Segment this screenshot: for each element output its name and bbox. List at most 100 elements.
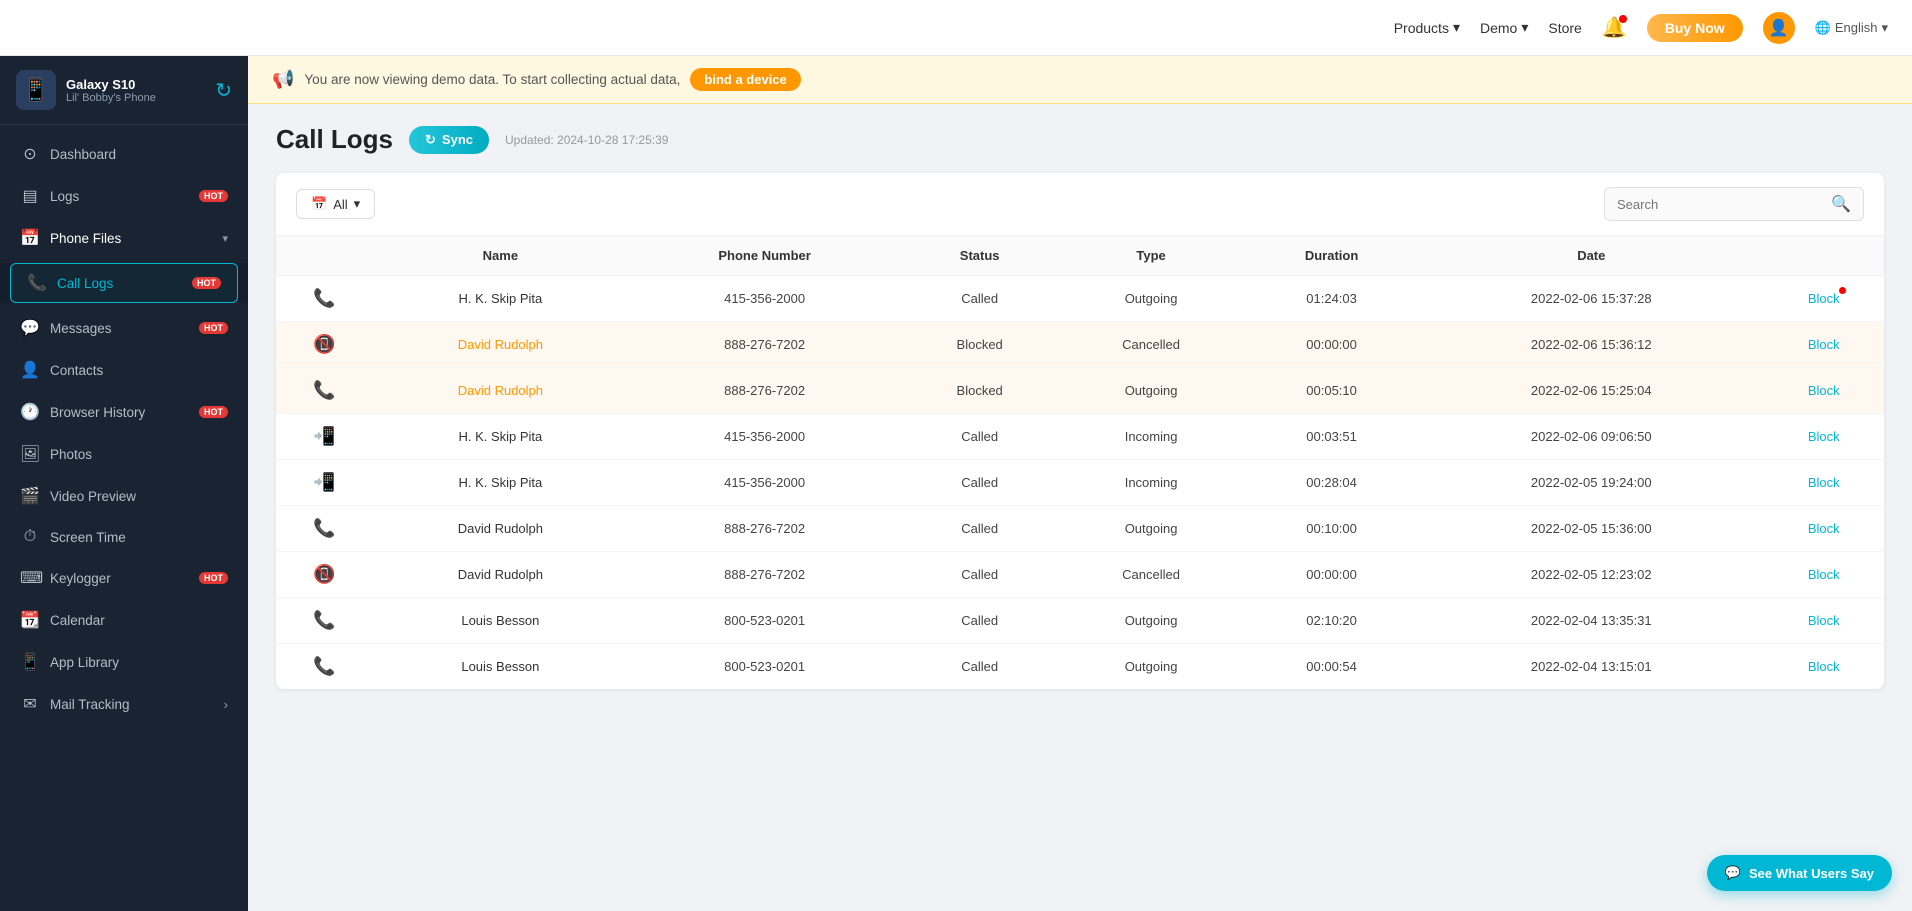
sync-button[interactable]: ↻ Sync bbox=[409, 126, 489, 154]
logs-icon: ▤ bbox=[20, 186, 40, 206]
caller-name-cell: Louis Besson bbox=[373, 644, 628, 690]
banner-text: You are now viewing demo data. To start … bbox=[304, 72, 680, 87]
call-status: Called bbox=[901, 552, 1058, 598]
sidebar-item-label: Logs bbox=[50, 189, 187, 204]
call-date: 2022-02-05 15:36:00 bbox=[1419, 506, 1763, 552]
sidebar-item-label: Video Preview bbox=[50, 489, 228, 504]
sidebar-item-app-library[interactable]: 📱 App Library bbox=[0, 641, 248, 683]
sidebar-item-phone-files[interactable]: 📅 Phone Files ▾ bbox=[0, 217, 248, 259]
caller-name-cell: David Rudolph bbox=[373, 552, 628, 598]
sidebar-item-call-logs[interactable]: 📞 Call Logs HOT bbox=[10, 263, 238, 303]
sidebar-item-label: Contacts bbox=[50, 363, 228, 378]
demo-chevron: ▾ bbox=[1521, 19, 1528, 36]
call-type-icon: 📞 bbox=[276, 598, 373, 644]
caller-name-cell: David Rudolph bbox=[373, 322, 628, 368]
table-row: 📞 Louis Besson 800-523-0201 Called Outgo… bbox=[276, 598, 1884, 644]
caller-name: H. K. Skip Pita bbox=[458, 429, 542, 444]
block-button[interactable]: Block bbox=[1808, 475, 1840, 490]
block-button[interactable]: Block bbox=[1808, 567, 1840, 582]
table-row: 📞 Louis Besson 800-523-0201 Called Outgo… bbox=[276, 644, 1884, 690]
sidebar-sync-icon[interactable]: ↻ bbox=[215, 78, 232, 103]
table-scroll-area: Name Phone Number Status Type Duration D… bbox=[276, 236, 1884, 689]
sidebar-item-screen-time[interactable]: ⏱ Screen Time bbox=[0, 517, 248, 557]
user-avatar[interactable]: 👤 bbox=[1763, 12, 1795, 44]
phone-files-submenu: 📞 Call Logs HOT bbox=[0, 263, 248, 303]
block-button[interactable]: Block bbox=[1808, 521, 1840, 536]
block-action: Block bbox=[1764, 368, 1884, 414]
call-date: 2022-02-06 15:36:12 bbox=[1419, 322, 1763, 368]
block-action: Block bbox=[1764, 552, 1884, 598]
call-duration: 00:05:10 bbox=[1244, 368, 1419, 414]
col-duration: Duration bbox=[1244, 236, 1419, 276]
phone-number: 888-276-7202 bbox=[628, 552, 901, 598]
sidebar-item-label: Call Logs bbox=[57, 276, 180, 291]
block-button-container: Block bbox=[1808, 291, 1840, 306]
table-toolbar: 📅 All ▾ 🔍 bbox=[276, 173, 1884, 236]
language-selector[interactable]: 🌐 English ▾ bbox=[1815, 20, 1888, 36]
call-date: 2022-02-04 13:15:01 bbox=[1419, 644, 1763, 690]
call-type-icon: 📲 bbox=[276, 460, 373, 506]
call-type: Outgoing bbox=[1058, 598, 1244, 644]
sidebar-item-label: Keylogger bbox=[50, 571, 187, 586]
call-type: Incoming bbox=[1058, 414, 1244, 460]
block-button[interactable]: Block bbox=[1808, 613, 1840, 628]
sidebar-item-label: Screen Time bbox=[50, 530, 228, 545]
demo-menu[interactable]: Demo ▾ bbox=[1480, 19, 1528, 36]
notification-bell[interactable]: 🔔 bbox=[1602, 15, 1627, 40]
search-box[interactable]: 🔍 bbox=[1604, 187, 1864, 221]
page-body: Call Logs ↻ Sync Updated: 2024-10-28 17:… bbox=[248, 104, 1912, 911]
table-row: 📲 H. K. Skip Pita 415-356-2000 Called In… bbox=[276, 414, 1884, 460]
call-status: Blocked bbox=[901, 368, 1058, 414]
main-content: 📢 You are now viewing demo data. To star… bbox=[248, 56, 1912, 911]
demo-banner: 📢 You are now viewing demo data. To star… bbox=[248, 56, 1912, 104]
call-date: 2022-02-05 12:23:02 bbox=[1419, 552, 1763, 598]
table-row: 📲 H. K. Skip Pita 415-356-2000 Called In… bbox=[276, 460, 1884, 506]
phone-number: 415-356-2000 bbox=[628, 276, 901, 322]
call-duration: 00:10:00 bbox=[1244, 506, 1419, 552]
col-date: Date bbox=[1419, 236, 1763, 276]
chat-bubble[interactable]: 💬 See What Users Say bbox=[1707, 855, 1892, 891]
sidebar-item-video-preview[interactable]: 🎬 Video Preview bbox=[0, 475, 248, 517]
sidebar-item-messages[interactable]: 💬 Messages HOT bbox=[0, 307, 248, 349]
sidebar-item-keylogger[interactable]: ⌨ Keylogger HOT bbox=[0, 557, 248, 599]
search-input[interactable] bbox=[1617, 197, 1823, 212]
phone-number: 800-523-0201 bbox=[628, 598, 901, 644]
call-type: Outgoing bbox=[1058, 644, 1244, 690]
phone-number: 800-523-0201 bbox=[628, 644, 901, 690]
filter-all-button[interactable]: 📅 All ▾ bbox=[296, 189, 375, 219]
block-button[interactable]: Block bbox=[1808, 291, 1840, 306]
sidebar-item-calendar[interactable]: 📆 Calendar bbox=[0, 599, 248, 641]
messages-hot-badge: HOT bbox=[199, 322, 228, 334]
calendar-filter-icon: 📅 bbox=[311, 196, 327, 212]
store-link[interactable]: Store bbox=[1548, 20, 1581, 36]
table-row: 📵 David Rudolph 888-276-7202 Blocked Can… bbox=[276, 322, 1884, 368]
block-button[interactable]: Block bbox=[1808, 383, 1840, 398]
caller-name[interactable]: David Rudolph bbox=[458, 337, 543, 352]
sidebar-item-logs[interactable]: ▤ Logs HOT bbox=[0, 175, 248, 217]
block-button[interactable]: Block bbox=[1808, 659, 1840, 674]
caller-name-cell: Louis Besson bbox=[373, 598, 628, 644]
call-logs-table: Name Phone Number Status Type Duration D… bbox=[276, 236, 1884, 689]
sidebar-item-photos[interactable]: 🖼 Photos bbox=[0, 433, 248, 475]
sidebar-item-label: Photos bbox=[50, 447, 228, 462]
dashboard-icon: ⊙ bbox=[20, 144, 40, 164]
sidebar-item-mail-tracking[interactable]: ✉ Mail Tracking › bbox=[0, 683, 248, 725]
call-duration: 00:28:04 bbox=[1244, 460, 1419, 506]
sidebar-item-contacts[interactable]: 👤 Contacts bbox=[0, 349, 248, 391]
search-icon[interactable]: 🔍 bbox=[1831, 194, 1851, 214]
caller-name[interactable]: David Rudolph bbox=[458, 383, 543, 398]
block-button[interactable]: Block bbox=[1808, 429, 1840, 444]
block-button[interactable]: Block bbox=[1808, 337, 1840, 352]
products-menu[interactable]: Products ▾ bbox=[1394, 19, 1460, 36]
sidebar-item-dashboard[interactable]: ⊙ Dashboard bbox=[0, 133, 248, 175]
video-preview-icon: 🎬 bbox=[20, 486, 40, 506]
call-type-icon: 📞 bbox=[276, 506, 373, 552]
buy-now-button[interactable]: Buy Now bbox=[1647, 14, 1743, 42]
phone-number: 888-276-7202 bbox=[628, 322, 901, 368]
call-type-icon: 📞 bbox=[276, 644, 373, 690]
bind-device-button[interactable]: bind a device bbox=[690, 68, 800, 91]
sidebar-item-browser-history[interactable]: 🕐 Browser History HOT bbox=[0, 391, 248, 433]
lang-chevron: ▾ bbox=[1881, 20, 1888, 36]
caller-name-cell: David Rudolph bbox=[373, 506, 628, 552]
call-date: 2022-02-05 19:24:00 bbox=[1419, 460, 1763, 506]
